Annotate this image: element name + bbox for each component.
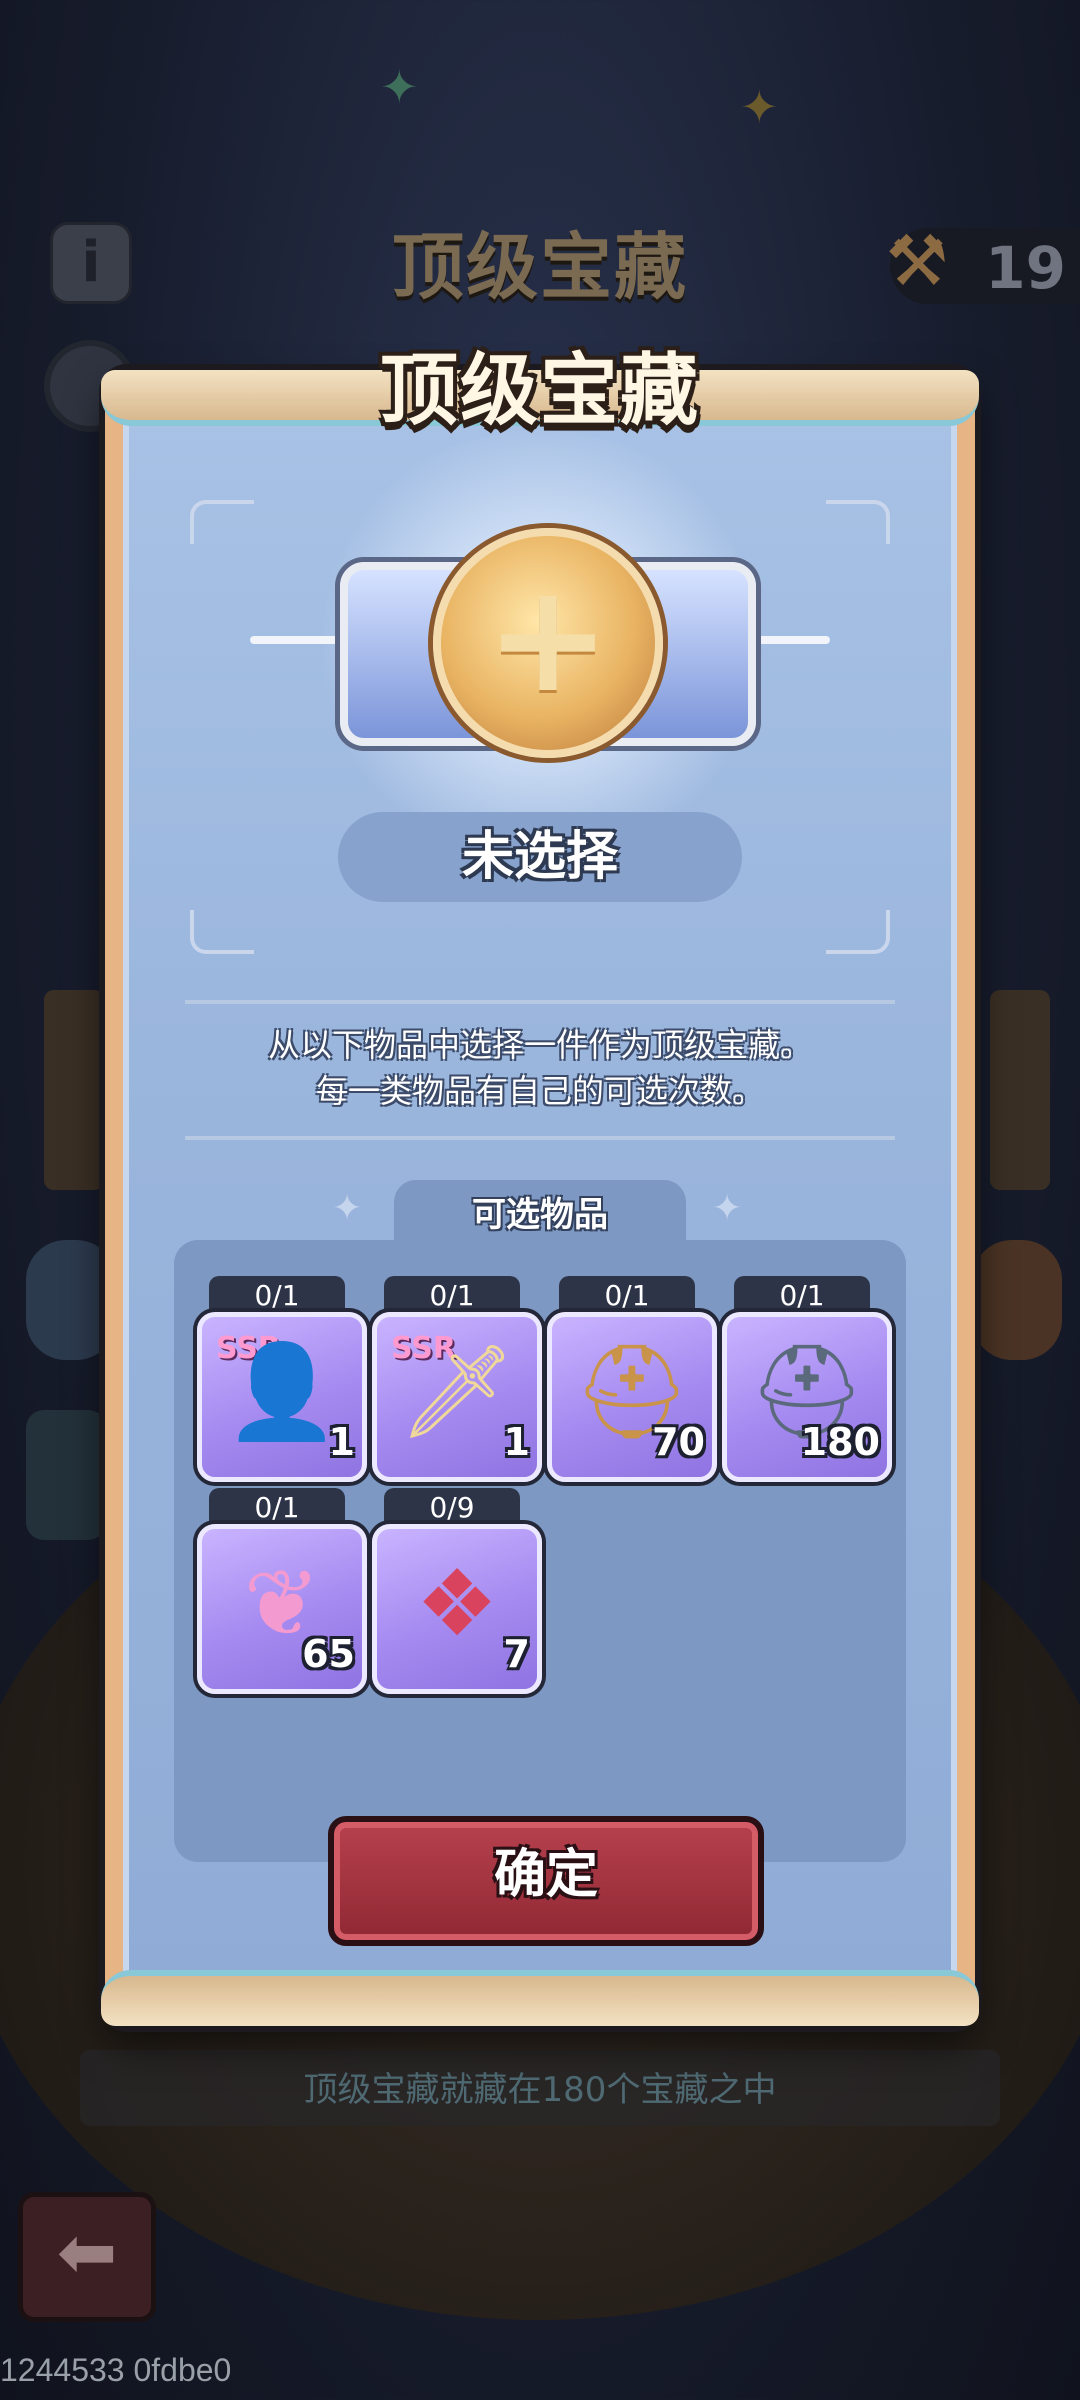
- item-limit: 0/1: [559, 1276, 695, 1316]
- dialog-title: 顶级宝藏: [379, 346, 700, 436]
- divider: [185, 1000, 895, 1004]
- background-coin-icon: [972, 1240, 1062, 1360]
- item-limit: 0/1: [384, 1276, 520, 1316]
- description-line-1: 从以下物品中选择一件作为顶级宝藏。: [267, 1026, 812, 1064]
- dialog-bottom-frame: [101, 1970, 979, 2026]
- selection-status-text: 未选择: [461, 827, 618, 887]
- sparkle-icon: ✦: [380, 60, 419, 114]
- info-button[interactable]: i: [50, 222, 132, 304]
- dialog-description: 从以下物品中选择一件作为顶级宝藏。 每一类物品有自己的可选次数。: [0, 1022, 1080, 1114]
- frame-corner-ornament: [190, 500, 254, 544]
- back-button[interactable]: ⬅: [18, 2192, 156, 2322]
- hammer-count: 19: [985, 234, 1066, 302]
- star-ornament-icon: ✦: [712, 1188, 743, 1229]
- background-box-icon: [26, 1410, 106, 1540]
- background-hint-text: 顶级宝藏就藏在180个宝藏之中: [303, 2070, 777, 2110]
- background-chest-icon: [26, 1240, 116, 1360]
- description-line-2: 每一类物品有自己的可选次数。: [315, 1072, 764, 1110]
- item-limit: 0/1: [734, 1276, 870, 1316]
- selection-status-pill: 未选择: [338, 812, 742, 902]
- items-panel-title: 可选物品: [472, 1195, 608, 1235]
- empty-selection-slot[interactable]: +: [433, 528, 663, 758]
- back-arrow-icon: ⬅: [56, 2210, 118, 2294]
- item-limit: 0/1: [209, 1276, 345, 1316]
- frame-corner-ornament: [190, 910, 254, 954]
- hammer-counter: ⚒ 19: [886, 220, 1080, 304]
- confirm-button[interactable]: 确定: [328, 1816, 764, 1946]
- sparkle-icon: ✦: [740, 80, 779, 134]
- items-panel-tab: 可选物品: [394, 1180, 686, 1250]
- divider: [185, 1136, 895, 1140]
- star-ornament-icon: ✦: [332, 1188, 363, 1229]
- debug-overlay-text: 1244533 0fdbe0: [0, 2352, 232, 2388]
- item-limit: 0/1: [209, 1488, 345, 1528]
- frame-corner-ornament: [826, 500, 890, 544]
- item-limit: 0/9: [384, 1488, 520, 1528]
- frame-corner-ornament: [826, 910, 890, 954]
- confirm-label: 确定: [493, 1845, 598, 1905]
- plus-icon: +: [485, 552, 611, 726]
- hammer-icon: ⚒: [885, 220, 949, 302]
